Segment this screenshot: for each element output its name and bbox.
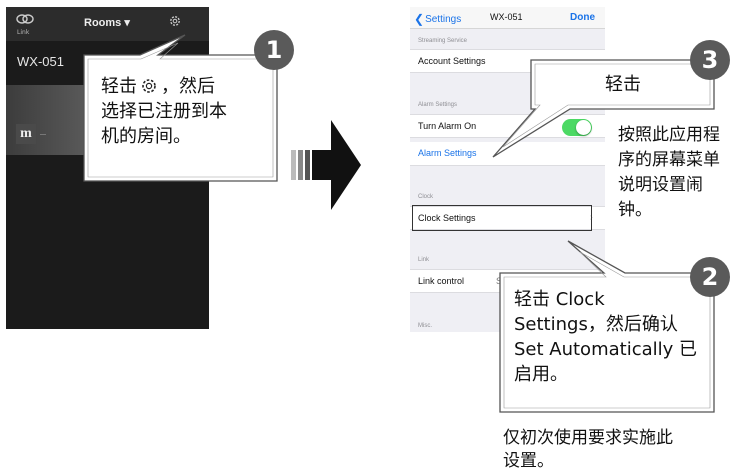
section-clock: Clock [418,194,434,200]
turn-alarm-on-cell: Turn Alarm On [410,114,605,138]
back-button[interactable]: ❮Settings [414,11,462,26]
callout-1-line-1b: ，然后 [161,76,215,97]
alarm-note-line-2: 序的屏幕菜单 [618,150,720,170]
first-use-note-line-1: 仅初次使用要求实施此 [503,428,673,448]
link-control-label: Link control [418,276,465,286]
alarm-settings-link[interactable]: Alarm Settings [418,148,477,158]
callout-1-line-1: 轻击 ，然后 [101,74,261,99]
section-alarm: Alarm Settings [418,102,458,108]
back-label: Settings [425,14,462,25]
link-label: Link [17,29,30,36]
done-button[interactable]: Done [570,12,595,23]
alarm-note-line-4: 钟。 [618,200,652,220]
callout-1-text: 轻击 ，然后 选择已注册到本 机的房间。 [101,74,261,149]
alarm-toggle[interactable] [562,119,592,136]
nav-title: WX-051 [490,12,523,22]
account-settings-cell[interactable]: Account Settings [410,49,605,73]
gear-icon[interactable] [168,14,182,28]
turn-alarm-on-label: Turn Alarm On [418,121,477,131]
section-streaming: Streaming Service [418,38,468,44]
callout-2-line-1: 轻击 Clock [514,289,605,310]
alarm-note: 按照此应用程 序的屏幕菜单 说明设置闹 钟。 [618,123,743,223]
link-control-value: S [496,276,503,286]
source-thumbnail[interactable]: m [16,124,36,144]
track-placeholder [40,134,46,135]
chevron-left-icon: ❮ [414,12,425,26]
first-use-note-line-2: 设置。 [503,451,554,471]
left-phone-screen: Link Rooms ▾ WX-051 m [6,7,209,329]
callout-2-text: 轻击 Clock Settings，然后确认 Set Automatically… [514,287,714,387]
account-settings-label: Account Settings [418,56,486,66]
room-name[interactable]: WX-051 [17,54,64,69]
step-3-badge: 3 [690,40,730,80]
section-misc: Misc. [418,323,432,329]
first-use-note: 仅初次使用要求实施此 设置。 [503,427,743,472]
gear-icon [142,79,156,93]
callout-1-line-3: 机的房间。 [101,126,191,147]
alarm-note-line-1: 按照此应用程 [618,125,720,145]
rooms-dropdown[interactable]: Rooms ▾ [84,16,130,29]
callout-2-line-4: 启用。 [514,364,568,385]
callout-2-line-2: Settings，然后确认 [514,314,678,335]
nav-bar: ❮Settings WX-051 Done [410,7,605,29]
alarm-note-line-3: 说明设置闹 [618,175,703,195]
callout-1-line-2: 选择已注册到本 [101,101,227,122]
callout-1-line-1a: 轻击 [101,76,137,97]
section-link: Link [418,257,430,263]
callout-3-text: 轻击 [605,74,641,95]
alarm-settings-cell[interactable]: Alarm Settings [410,142,605,166]
toggle-knob [576,120,591,135]
callout-2-line-3: Set Automatically 已 [514,339,697,360]
clock-settings-highlight [412,205,592,231]
link-icon[interactable] [16,12,34,26]
right-phone-screen: ❮Settings WX-051 Done Streaming Service … [410,7,605,332]
step-1-badge: 1 [254,30,294,70]
step-arrow-icon [291,120,361,210]
